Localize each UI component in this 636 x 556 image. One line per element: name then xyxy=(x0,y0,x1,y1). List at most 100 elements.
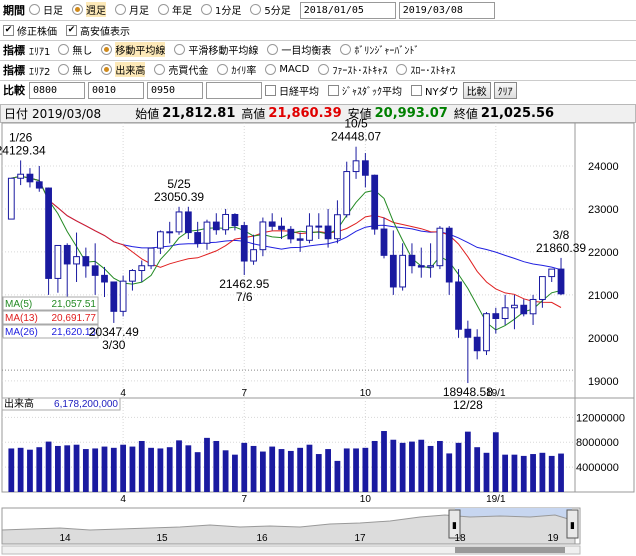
radio-icon xyxy=(267,44,279,55)
candle-up xyxy=(334,214,341,240)
navigator-scroll-thumb xyxy=(455,547,565,553)
volume-bar xyxy=(222,450,229,492)
volume-bar xyxy=(315,454,322,492)
volume-max-label: 6,178,200,000 xyxy=(54,399,118,410)
period-option-2[interactable]: 月足 xyxy=(115,2,149,17)
compare-code-3[interactable]: 0950 xyxy=(147,81,203,99)
candle-up xyxy=(119,280,127,312)
checkbox-icon xyxy=(328,84,339,96)
candle-down xyxy=(557,268,565,295)
area1-option-3[interactable]: 一目均衡表 xyxy=(267,42,331,57)
compare-nikkei-checkbox[interactable]: 日経平均 xyxy=(265,83,319,98)
volume-bar xyxy=(27,449,33,492)
price-tick-label: 22000 xyxy=(588,247,619,259)
candle-up xyxy=(427,265,434,268)
clear-button[interactable]: ｸﾘｱ xyxy=(493,81,517,99)
compare-jasdaq-checkbox[interactable]: ｼﾞｬｽﾀﾞｯｸ平均 xyxy=(328,83,402,98)
area2-option-5[interactable]: ﾌｧｰｽﾄ･ｽﾄｷｬｽ xyxy=(318,62,387,77)
candle-down xyxy=(278,225,285,230)
checkbox-checked-icon: ✔ xyxy=(66,24,77,36)
volume-bar xyxy=(194,452,201,492)
highlow-label: 高安値表示 xyxy=(80,26,130,38)
volume-bar xyxy=(520,455,527,492)
candle-down xyxy=(324,225,332,240)
candle-down xyxy=(45,187,52,279)
compare-label: 比較 xyxy=(3,84,25,97)
period-option-label: 週足 xyxy=(86,2,106,17)
period-option-1[interactable]: 週足 xyxy=(72,2,106,17)
date-from-input[interactable]: 2018/01/05 xyxy=(299,1,396,19)
price-annotation: 5/25 xyxy=(167,177,191,191)
area2-option-2[interactable]: 売買代金 xyxy=(154,62,208,77)
period-option-label: 5分足 xyxy=(264,6,291,17)
candle-up xyxy=(147,247,155,267)
candle-down xyxy=(296,238,304,241)
area1-option-label: 一目均衡表 xyxy=(281,46,332,57)
period-option-4[interactable]: 1分足 xyxy=(201,2,241,17)
candle-up xyxy=(73,256,80,265)
compare-nydow-label: NYダウ xyxy=(425,86,459,98)
date-to-input[interactable]: 2019/03/08 xyxy=(398,1,495,19)
compare-nydow-checkbox[interactable]: NYダウ xyxy=(411,83,459,98)
volume-x-tick-label: 4 xyxy=(120,494,126,505)
price-tick-label: 21000 xyxy=(588,290,619,302)
area2-option-3[interactable]: ｶｲﾘ率 xyxy=(217,62,256,77)
area2-option-1[interactable]: 出来高 xyxy=(101,62,146,77)
highlow-checkbox[interactable]: ✔ 高安値表示 xyxy=(66,23,130,38)
candle-down xyxy=(371,174,379,230)
area1-label: ｴﾘｱ1 xyxy=(29,46,51,58)
candle-down xyxy=(194,232,202,244)
volume-bar xyxy=(166,447,173,492)
volume-tick-label: 8000000 xyxy=(576,437,619,449)
candle-down xyxy=(231,213,239,227)
navigator-year-label: 15 xyxy=(156,533,168,544)
area2-option-6[interactable]: ｽﾛｰ･ｽﾄｷｬｽ xyxy=(396,62,455,77)
area2-option-4[interactable]: MACD xyxy=(265,64,309,75)
area1-option-0[interactable]: 無し xyxy=(58,42,92,57)
area2-label: ｴﾘｱ2 xyxy=(29,66,51,78)
radio-icon xyxy=(101,64,113,75)
area2-option-0[interactable]: 無し xyxy=(58,62,92,77)
checkbox-icon xyxy=(265,84,276,96)
volume-x-tick-label: 10 xyxy=(360,494,372,505)
candle-up xyxy=(539,276,546,300)
volume-bar xyxy=(427,445,434,492)
stock-chart[interactable]: 19000 20000 21000 22000 23000 24000 4 4 7 7 10 10 19… xyxy=(0,104,636,556)
area1-option-4[interactable]: ﾎﾞﾘﾝｼﾞｬｰﾊﾞﾝﾄﾞ xyxy=(340,42,419,57)
volume-title: 出来高 xyxy=(4,397,34,410)
period-option-5[interactable]: 5分足 xyxy=(250,2,291,17)
volume-bar xyxy=(157,448,164,492)
volume-bar xyxy=(530,454,536,492)
area1-option-label: 移動平均線 xyxy=(115,42,166,57)
volume-bar xyxy=(204,437,210,492)
ma-legend-name: MA(13) xyxy=(5,313,38,324)
area2-option-label: MACD xyxy=(279,64,310,75)
volume-bar xyxy=(455,442,462,492)
volume-bar xyxy=(259,451,266,492)
indicator-label-2: 指標 xyxy=(3,64,25,77)
compare-button[interactable]: 比較 xyxy=(462,81,491,99)
navigator-year-label: 17 xyxy=(354,533,366,544)
period-option-0[interactable]: 日足 xyxy=(29,2,63,17)
candle-down xyxy=(408,254,416,267)
candle-up xyxy=(259,221,267,251)
candle-down xyxy=(520,304,528,315)
volume-bar xyxy=(138,440,145,492)
candle-down xyxy=(82,256,90,267)
indicator-label: 指標 xyxy=(3,44,25,57)
radio-icon xyxy=(250,4,262,15)
candle-down xyxy=(91,265,99,276)
volume-bar xyxy=(548,455,555,492)
area1-option-label: ﾎﾞﾘﾝｼﾞｬｰﾊﾞﾝﾄﾞ xyxy=(354,46,420,57)
compare-code-2[interactable]: 0010 xyxy=(88,81,144,99)
ma-legend-value: 20,691.77 xyxy=(52,313,97,324)
area1-option-2[interactable]: 平滑移動平均線 xyxy=(174,42,258,57)
volume-bar xyxy=(334,460,341,492)
area1-option-1[interactable]: 移動平均線 xyxy=(101,42,166,57)
period-row: 期間 日足 週足 月足 年足 1分足 5分足 2018/01/05 2019/03/08 xyxy=(0,0,636,20)
compare-code-1[interactable]: 0800 xyxy=(29,81,85,99)
period-option-3[interactable]: 年足 xyxy=(158,2,192,17)
volume-bar xyxy=(343,448,350,492)
compare-code-4[interactable] xyxy=(206,81,262,99)
adjusted-price-checkbox[interactable]: ✔ 修正株価 xyxy=(3,23,57,38)
